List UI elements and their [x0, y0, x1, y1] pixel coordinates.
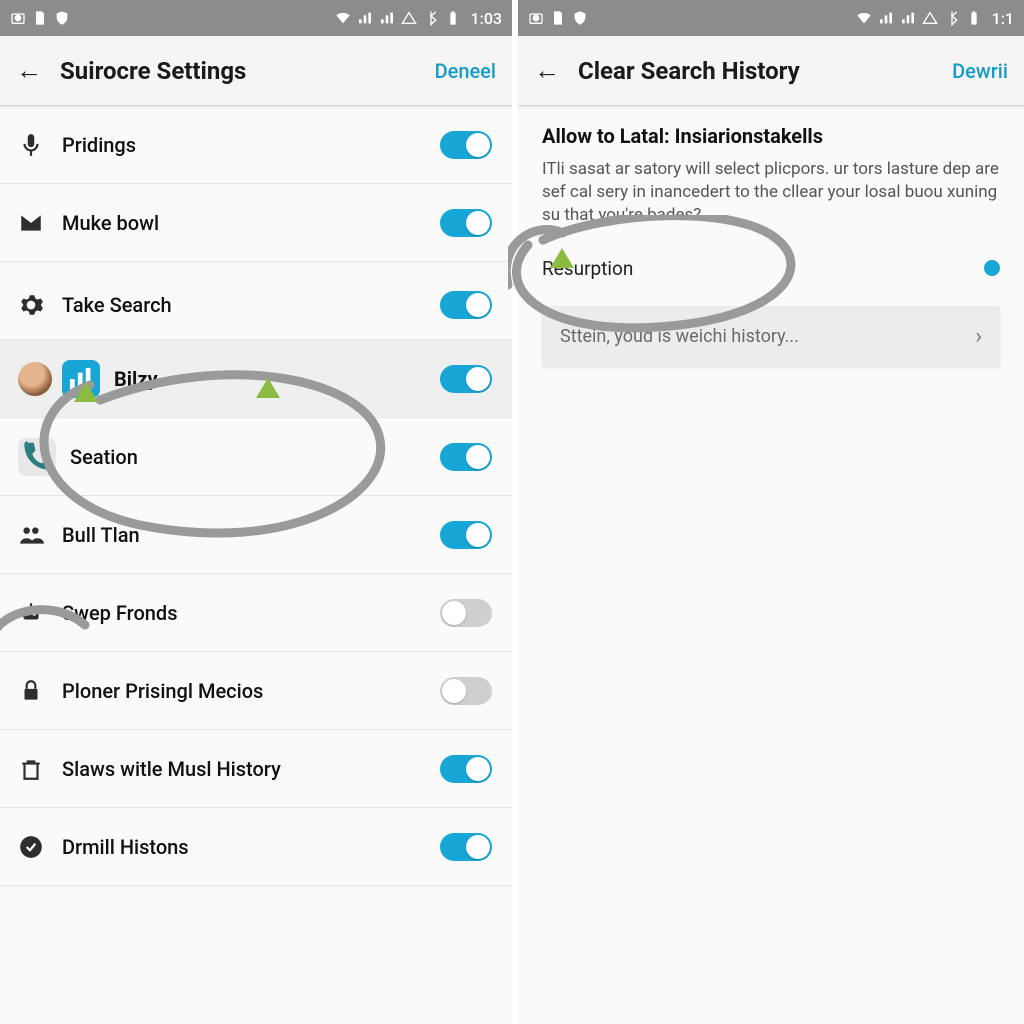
- signal-empty-icon: [401, 10, 417, 26]
- clear-history-card[interactable]: Sttein, youd is weichi history... ›: [542, 306, 1000, 367]
- bluetooth-icon: [423, 10, 439, 26]
- settings-row[interactable]: Bull Tlan: [0, 496, 512, 574]
- row-label: Seation: [70, 445, 138, 469]
- bluetooth-icon: [944, 10, 960, 26]
- settings-row[interactable]: Take Search: [0, 262, 512, 340]
- check-icon: [18, 834, 62, 860]
- wifi-icon: [335, 10, 351, 26]
- toggle[interactable]: [440, 521, 492, 549]
- sd-icon: [32, 10, 48, 26]
- app-bar: ← Clear Search History Dewrii: [518, 36, 1024, 106]
- card-text: Sttein, youd is weichi history...: [560, 326, 799, 347]
- row-label: Muke bowl: [62, 211, 159, 235]
- phone-right: 1:1 ← Clear Search History Dewrii Allow …: [512, 0, 1024, 1024]
- back-button[interactable]: ←: [16, 55, 42, 86]
- settings-row[interactable]: Ploner Prisingl Mecios: [0, 652, 512, 730]
- clock-text: 1:03: [471, 9, 503, 28]
- phone-icon: [18, 438, 56, 476]
- status-bar: 1:1: [518, 0, 1024, 36]
- section-description: ITli sasat ar satory will select plicpor…: [542, 158, 1000, 227]
- row-label: Pridings: [62, 133, 136, 157]
- wifi-icon: [856, 10, 872, 26]
- row-label: Bull Tlan: [62, 523, 140, 547]
- toggle[interactable]: [440, 443, 492, 471]
- row-label: Drmill Histons: [62, 835, 189, 859]
- camera-icon: [10, 10, 26, 26]
- battery-icon: [445, 10, 461, 26]
- camera-icon: [528, 10, 544, 26]
- row-label: Ploner Prisingl Mecios: [62, 679, 263, 703]
- mic-icon: [18, 132, 62, 158]
- phone-left: 1:03 ← Suirocre Settings Deneel Pridings…: [0, 0, 512, 1024]
- signal-icon: [900, 10, 916, 26]
- row-label: Slaws witle Musl History: [62, 757, 281, 781]
- app-bar: ← Suirocre Settings Deneel: [0, 36, 512, 106]
- settings-row[interactable]: Muke bowl: [0, 184, 512, 262]
- mail-icon: [18, 210, 62, 236]
- toggle[interactable]: [440, 833, 492, 861]
- lock-icon: [18, 678, 62, 704]
- back-button[interactable]: ←: [534, 55, 560, 86]
- signal-icon: [379, 10, 395, 26]
- robot-icon: [18, 600, 62, 626]
- appbar-action[interactable]: Deneel: [435, 59, 496, 83]
- toggle[interactable]: [440, 131, 492, 159]
- row-label: Bilzy: [114, 367, 158, 391]
- settings-row[interactable]: Drmill Histons: [0, 808, 512, 886]
- radio-selected-icon: [984, 260, 1000, 276]
- settings-row[interactable]: Seation: [0, 418, 512, 496]
- settings-row[interactable]: Pridings: [0, 106, 512, 184]
- clock-text: 1:1: [992, 9, 1014, 28]
- chevron-right-icon: ›: [975, 324, 982, 349]
- option-resumption[interactable]: Resurption: [542, 245, 1000, 306]
- gear-dark-icon: [18, 292, 62, 318]
- settings-list: Pridings Muke bowl Take Search Bilzy Seation…: [0, 106, 512, 1024]
- toggle[interactable]: [440, 365, 492, 393]
- people-icon: [18, 522, 62, 548]
- avatar: [18, 362, 52, 396]
- trash-icon: [18, 756, 62, 782]
- settings-row[interactable]: Slaws witle Musl History: [0, 730, 512, 808]
- toggle[interactable]: [440, 677, 492, 705]
- settings-row[interactable]: Bilzy: [0, 340, 512, 418]
- content: Allow to Latal: Insiarionstakells ITli s…: [518, 106, 1024, 385]
- option-label: Resurption: [542, 257, 633, 280]
- signal-empty-icon: [922, 10, 938, 26]
- toggle[interactable]: [440, 599, 492, 627]
- shield-icon: [572, 10, 588, 26]
- signal-icon: [878, 10, 894, 26]
- section-heading: Allow to Latal: Insiarionstakells: [542, 124, 1000, 148]
- toggle[interactable]: [440, 755, 492, 783]
- row-label: Take Search: [62, 293, 172, 317]
- app-bars-icon: [62, 360, 100, 398]
- sd-icon: [550, 10, 566, 26]
- toggle[interactable]: [440, 291, 492, 319]
- toggle[interactable]: [440, 209, 492, 237]
- signal-icon: [357, 10, 373, 26]
- appbar-action[interactable]: Dewrii: [952, 59, 1008, 83]
- page-title: Clear Search History: [578, 57, 800, 85]
- status-bar: 1:03: [0, 0, 512, 36]
- shield-icon: [54, 10, 70, 26]
- page-title: Suirocre Settings: [60, 57, 246, 85]
- settings-row[interactable]: Swep Fronds: [0, 574, 512, 652]
- battery-icon: [966, 10, 982, 26]
- row-label: Swep Fronds: [62, 601, 178, 625]
